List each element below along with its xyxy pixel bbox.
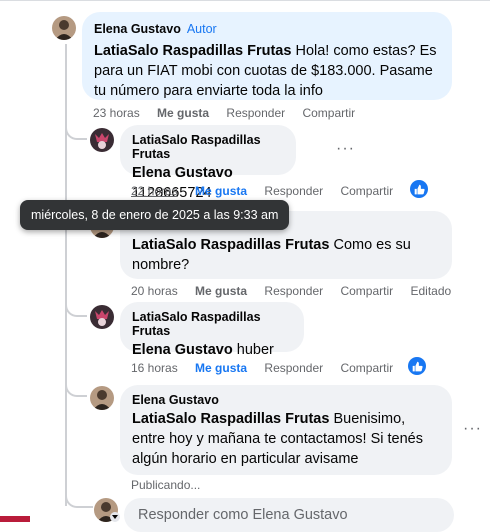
timestamp[interactable]: 20 horas	[131, 284, 178, 298]
like-button[interactable]: Me gusta	[195, 284, 247, 298]
comment-text: LatiaSalo Raspadillas Frutas Como es su …	[132, 237, 411, 273]
avatar[interactable]	[90, 128, 114, 152]
more-options-icon[interactable]: ···	[336, 140, 355, 158]
share-button[interactable]: Compartir	[340, 184, 393, 198]
reply-button[interactable]: Responder	[264, 184, 323, 198]
reply-composer[interactable]	[124, 498, 482, 532]
timestamp[interactable]: 23 horas	[93, 106, 140, 120]
comment-text: Elena Gustavo huber	[132, 342, 274, 358]
comment-bubble: Elena Gustavo LatiaSalo Raspadillas Frut…	[120, 385, 452, 475]
mention[interactable]: LatiaSalo Raspadillas Frutas	[94, 43, 291, 59]
publishing-status: Publicando...	[131, 478, 201, 492]
reply-button[interactable]: Responder	[264, 361, 323, 375]
comment-bubble: LatiaSalo Raspadillas Frutas Elena Gusta…	[120, 125, 296, 201]
thread-branch	[65, 486, 93, 508]
timestamp[interactable]: 16 horas	[131, 361, 178, 375]
reply-button[interactable]: Responder	[226, 106, 285, 120]
more-options-icon[interactable]: ···	[463, 420, 482, 438]
author-badge: Autor	[186, 22, 217, 36]
share-button[interactable]: Compartir	[340, 284, 393, 298]
comment-text: LatiaSalo Raspadillas Frutas Buenisimo, …	[132, 411, 423, 467]
like-button[interactable]: Me gusta	[195, 361, 247, 375]
thread-branch	[65, 295, 87, 317]
like-button[interactable]: Me gusta	[195, 184, 247, 198]
reply-input[interactable]	[124, 498, 482, 532]
comment-actions: 20 horas Me gusta Responder Compartir Ed…	[131, 284, 465, 298]
chevron-down-icon[interactable]	[110, 512, 120, 522]
comment-author[interactable]: Elena Gustavo	[94, 22, 181, 36]
thread-line	[65, 44, 67, 506]
comment-actions: 16 horas Me gusta Responder Compartir	[131, 361, 407, 375]
thumbs-up-icon[interactable]	[410, 180, 428, 198]
avatar[interactable]	[90, 386, 114, 410]
comment-actions: 23 horas Me gusta Responder Compartir	[93, 106, 369, 120]
thumbs-up-icon[interactable]	[408, 357, 426, 375]
share-button[interactable]: Compartir	[340, 361, 393, 375]
mention[interactable]: LatiaSalo Raspadillas Frutas	[132, 411, 329, 427]
share-button[interactable]: Compartir	[302, 106, 355, 120]
mention[interactable]: LatiaSalo Raspadillas Frutas	[132, 237, 329, 253]
comment-bubble: Elena Gustavo Autor LatiaSalo Raspadillas…	[82, 12, 452, 100]
timestamp[interactable]: 22 horas	[131, 184, 178, 198]
thread-branch	[65, 375, 87, 397]
timestamp-tooltip: miércoles, 8 de enero de 2025 a las 9:33…	[20, 200, 290, 230]
edited-label[interactable]: Editado	[411, 284, 452, 298]
avatar[interactable]	[52, 16, 76, 40]
comment-author[interactable]: LatiaSalo Raspadillas Frutas	[132, 133, 284, 161]
comment-bubble: LatiaSalo Raspadillas Frutas Elena Gusta…	[120, 302, 304, 358]
comment-author[interactable]: LatiaSalo Raspadillas Frutas	[132, 310, 292, 338]
mention[interactable]: Elena Gustavo	[132, 165, 233, 181]
like-button[interactable]: Me gusta	[157, 106, 209, 120]
reply-button[interactable]: Responder	[264, 284, 323, 298]
comment-author[interactable]: Elena Gustavo	[132, 393, 440, 407]
avatar[interactable]	[90, 305, 114, 329]
thread-branch	[65, 118, 87, 140]
comment-text: LatiaSalo Raspadillas Frutas Hola! como …	[94, 43, 437, 99]
top-divider	[0, 0, 490, 1]
mention[interactable]: Elena Gustavo	[132, 342, 233, 358]
left-edge-marker	[0, 516, 30, 522]
comment-actions: 22 horas Me gusta Responder Compartir	[131, 184, 407, 198]
